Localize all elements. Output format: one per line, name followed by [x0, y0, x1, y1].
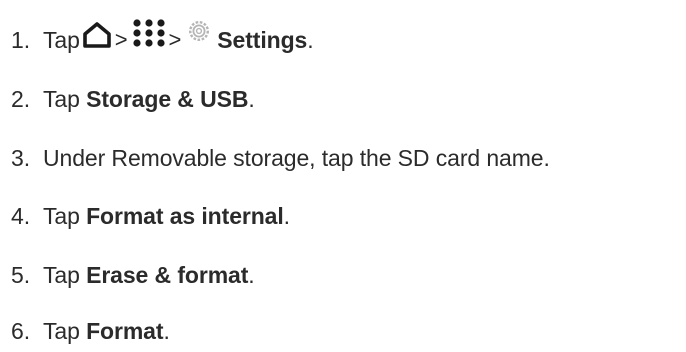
step-number: 4.: [11, 202, 30, 229]
gear-icon: [187, 19, 211, 49]
step-2: 2. Tap Storage & USB .: [11, 79, 255, 119]
step-4: 4. Tap Format as internal .: [11, 196, 290, 236]
step-1: 1. Tap > > Settings .: [11, 18, 314, 60]
apps-icon: [132, 18, 166, 54]
step-trail-text: .: [248, 261, 255, 288]
step-bold-text: Format as internal: [86, 202, 284, 229]
step-number: 6.: [11, 317, 30, 344]
step-number: 1.: [11, 26, 30, 53]
step-lead-text: Tap: [43, 317, 87, 344]
step-6: 6. Tap Format .: [11, 313, 170, 349]
step-bold-text: Format: [86, 317, 164, 344]
step-5: 5. Tap Erase & format .: [11, 255, 255, 295]
step-lead-text: Tap: [43, 26, 80, 53]
step-number: 3.: [11, 144, 30, 171]
instruction-steps: 1. Tap > > Settings . 2. Tap Storage & U…: [0, 0, 686, 352]
step-trail-text: .: [307, 26, 314, 53]
step-number: 5.: [11, 261, 30, 288]
step-bold-text: Settings: [217, 26, 308, 53]
step-text: Under Removable storage, tap the SD card…: [43, 144, 550, 171]
home-icon: [82, 21, 112, 55]
step-lead-text: Tap: [43, 261, 87, 288]
step-bold-text: Erase & format: [86, 261, 249, 288]
step-lead-text: Tap: [43, 85, 87, 112]
step-bold-text: Storage & USB: [86, 85, 249, 112]
separator-arrow: >: [114, 27, 128, 52]
step-trail-text: .: [283, 202, 290, 229]
separator-arrow: >: [168, 27, 182, 52]
step-3: 3. Under Removable storage, tap the SD c…: [11, 138, 550, 178]
step-number: 2.: [11, 85, 30, 112]
step-trail-text: .: [248, 85, 255, 112]
step-trail-text: .: [163, 317, 170, 344]
step-lead-text: Tap: [43, 202, 87, 229]
